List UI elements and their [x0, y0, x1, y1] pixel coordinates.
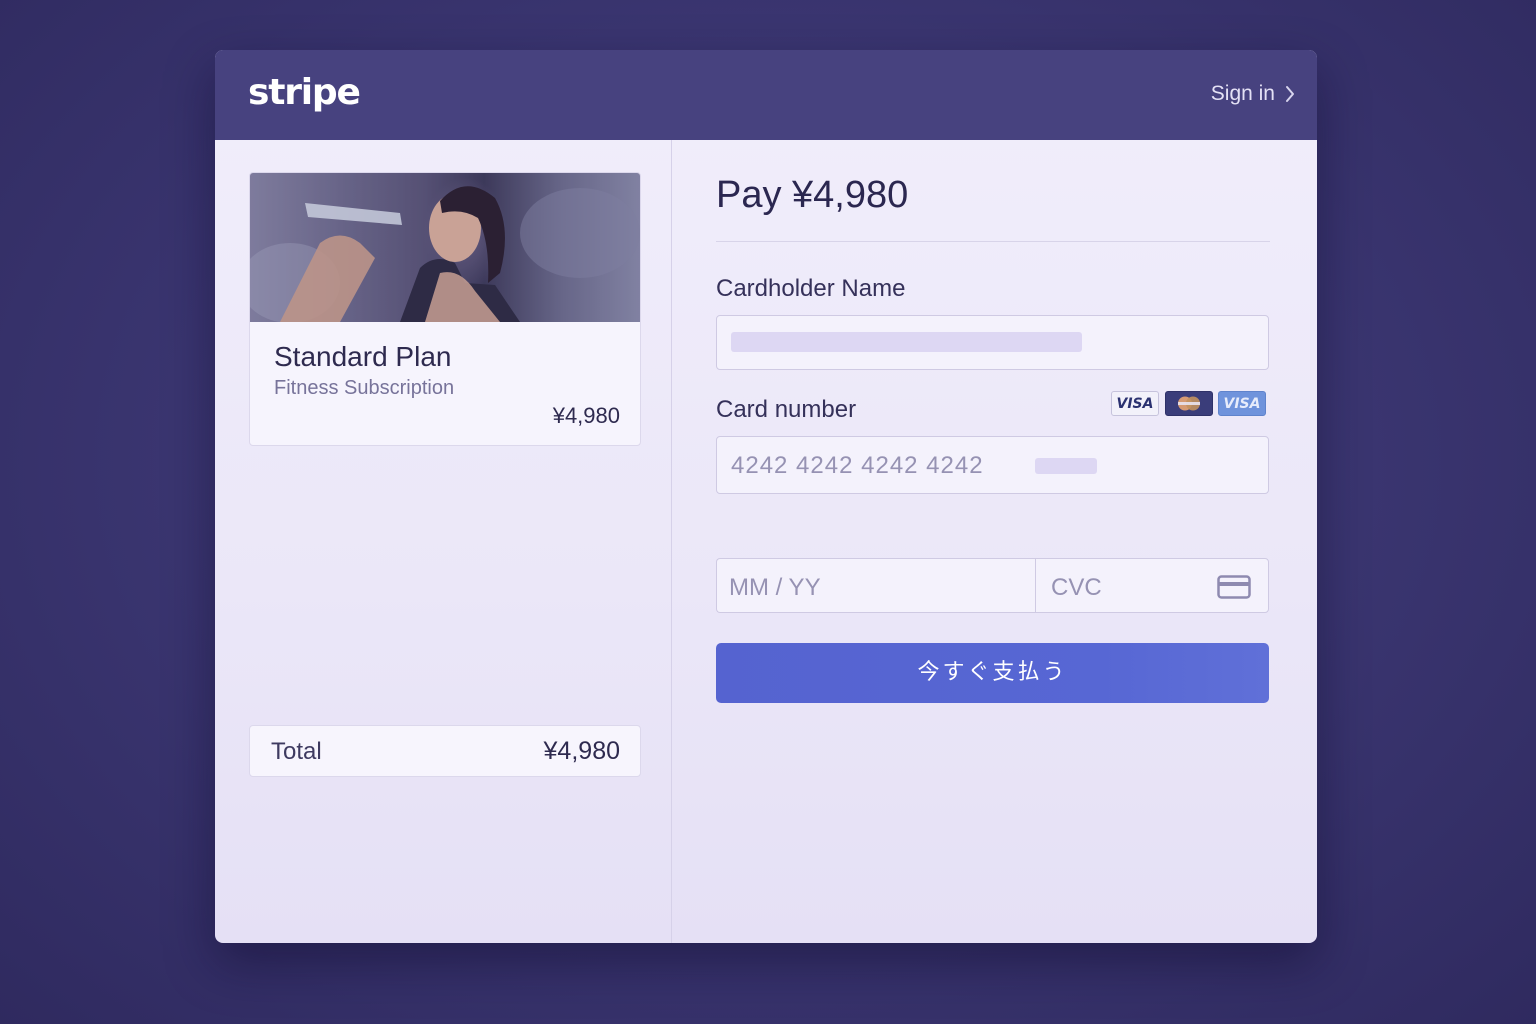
cardholder-label: Cardholder Name: [716, 275, 906, 302]
header-bar: stripe Sign in: [215, 50, 1317, 140]
product-subtitle: Fitness Subscription: [274, 377, 455, 399]
card-number-input[interactable]: 4242 4242 4242 4242: [716, 436, 1269, 494]
order-summary-panel: Standard Plan Fitness Subscription ¥4,98…: [215, 140, 671, 943]
payment-form-panel: Pay ¥4,980 Cardholder Name Card number V…: [672, 140, 1317, 943]
expiry-input[interactable]: MM / YY: [716, 558, 1036, 613]
sign-in-label: Sign in: [1210, 82, 1275, 105]
cvc-input[interactable]: CVC: [1035, 558, 1269, 613]
mastercard-icon: [1165, 391, 1213, 416]
card-number-label: Card number: [716, 396, 857, 423]
card-number-value: 4242 4242 4242 4242: [731, 452, 984, 479]
expiry-placeholder: MM / YY: [729, 574, 821, 601]
cvc-placeholder: CVC: [1051, 574, 1102, 601]
total-value: ¥4,980: [543, 737, 620, 765]
pay-now-button[interactable]: 今すぐ支払う: [716, 643, 1269, 703]
card-number-masked: [1035, 458, 1097, 474]
card-back-icon: [1217, 575, 1251, 599]
product-title: Standard Plan: [274, 341, 452, 372]
total-label: Total: [271, 738, 322, 765]
checkout-window: stripe Sign in Standard Plan Fitness Sub…: [215, 50, 1317, 943]
stripe-logo: stripe: [248, 72, 361, 113]
product-image: [250, 173, 640, 322]
total-row: Total ¥4,980: [249, 725, 641, 777]
product-card: Standard Plan Fitness Subscription ¥4,98…: [249, 172, 641, 446]
sign-in-link[interactable]: Sign in: [1211, 82, 1295, 106]
visa-icon: VISA: [1111, 391, 1159, 416]
visa-icon: VISA: [1218, 391, 1266, 416]
pay-title: Pay ¥4,980: [716, 174, 909, 216]
cardholder-name-input[interactable]: [716, 315, 1269, 370]
chevron-right-icon: [1286, 86, 1294, 102]
product-price: ¥4,980: [552, 403, 620, 428]
title-divider: [716, 241, 1270, 242]
cardholder-name-masked: [731, 332, 1082, 352]
